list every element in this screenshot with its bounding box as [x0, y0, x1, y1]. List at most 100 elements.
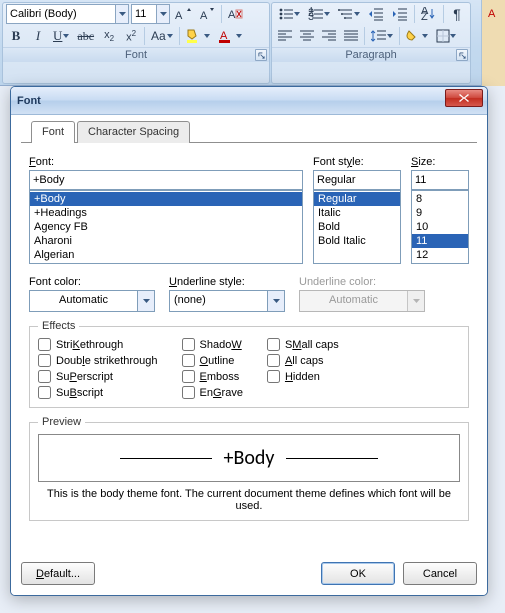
font-style-input[interactable]: [313, 170, 401, 190]
line-spacing-icon[interactable]: [368, 26, 396, 46]
checkbox[interactable]: [267, 338, 280, 351]
multilevel-list-icon[interactable]: [335, 4, 363, 24]
size-input[interactable]: [411, 170, 469, 190]
checkbox[interactable]: [182, 386, 195, 399]
checkbox[interactable]: [182, 370, 195, 383]
effect-small-caps[interactable]: SMall caps: [267, 338, 339, 351]
checkbox[interactable]: [38, 338, 51, 351]
size-listbox[interactable]: 89101112: [411, 190, 469, 264]
bullets-icon[interactable]: [275, 4, 303, 24]
list-item[interactable]: 10: [412, 220, 468, 234]
effect-shadow[interactable]: ShadoW: [182, 338, 243, 351]
list-item[interactable]: +Headings: [30, 206, 302, 220]
borders-icon[interactable]: [433, 26, 459, 46]
increase-indent-icon[interactable]: [389, 4, 411, 24]
preview-group: Preview +Body This is the body theme fon…: [29, 416, 469, 521]
quick-access-icon[interactable]: A: [482, 2, 504, 22]
effect-emboss[interactable]: Emboss: [182, 370, 243, 383]
grow-font-icon[interactable]: A: [172, 4, 194, 24]
superscript-icon[interactable]: x2: [121, 26, 141, 46]
effect-subscript[interactable]: SuBscript: [38, 386, 158, 399]
font-name-combo[interactable]: [6, 4, 129, 24]
subscript-icon[interactable]: x2: [99, 26, 119, 46]
svg-text:A: A: [175, 10, 183, 21]
effect-hidden[interactable]: Hidden: [267, 370, 339, 383]
decrease-indent-icon[interactable]: [365, 4, 387, 24]
effect-superscript[interactable]: SuPerscript: [38, 370, 158, 383]
list-item[interactable]: +Body: [30, 192, 302, 206]
dialog-launcher-icon[interactable]: [456, 49, 468, 61]
highlight-icon[interactable]: [183, 26, 213, 46]
svg-text:3: 3: [308, 11, 314, 21]
font-style-listbox[interactable]: RegularItalicBoldBold Italic: [313, 190, 401, 264]
close-button[interactable]: [445, 89, 483, 107]
effect-double-strikethrough[interactable]: Double strikethrough: [38, 354, 158, 367]
chevron-down-icon[interactable]: [267, 291, 284, 311]
cancel-button[interactable]: Cancel: [403, 562, 477, 585]
separator: [221, 5, 222, 23]
preview-hint: This is the body theme font. The current…: [38, 488, 460, 512]
font-listbox[interactable]: +Body+HeadingsAgency FBAharoniAlgerian: [29, 190, 303, 264]
list-item[interactable]: Agency FB: [30, 220, 302, 234]
font-input[interactable]: [29, 170, 303, 190]
default-button[interactable]: Default...: [21, 562, 95, 585]
align-right-icon[interactable]: [319, 26, 339, 46]
checkbox[interactable]: [38, 370, 51, 383]
separator: [399, 27, 400, 45]
chevron-down-icon[interactable]: [137, 291, 154, 311]
ribbon-group-font: A A A B I U abc x2 x2 Aa: [2, 2, 270, 84]
checkbox[interactable]: [267, 370, 280, 383]
font-size-combo[interactable]: [131, 4, 170, 24]
checkbox[interactable]: [182, 338, 195, 351]
list-item[interactable]: 12: [412, 248, 468, 262]
list-item[interactable]: 8: [412, 192, 468, 206]
effect-outline[interactable]: Outline: [182, 354, 243, 367]
dialog-launcher-icon[interactable]: [255, 49, 267, 61]
tab-font[interactable]: Font: [31, 121, 75, 143]
justify-icon[interactable]: [341, 26, 361, 46]
effects-legend: Effects: [38, 320, 79, 332]
font-name-input[interactable]: [7, 5, 115, 23]
clear-formatting-icon[interactable]: A: [225, 4, 247, 24]
numbering-icon[interactable]: 123: [305, 4, 333, 24]
tab-character-spacing[interactable]: Character Spacing: [77, 121, 190, 143]
shrink-font-icon[interactable]: A: [196, 4, 218, 24]
align-left-icon[interactable]: [275, 26, 295, 46]
titlebar[interactable]: Font: [11, 87, 487, 115]
list-item[interactable]: Bold: [314, 220, 400, 234]
sort-icon[interactable]: AZ: [418, 4, 440, 24]
strikethrough-icon[interactable]: abc: [74, 26, 97, 46]
dialog-title: Font: [17, 95, 41, 107]
font-color-icon[interactable]: A: [215, 26, 245, 46]
checkbox[interactable]: [182, 354, 195, 367]
effect-strikethrough[interactable]: StriKethrough: [38, 338, 158, 351]
font-color-dropdown[interactable]: Automatic: [29, 290, 155, 312]
underline-style-dropdown[interactable]: (none): [169, 290, 285, 312]
list-item[interactable]: Italic: [314, 206, 400, 220]
shading-icon[interactable]: [403, 26, 431, 46]
list-item[interactable]: Regular: [314, 192, 400, 206]
effect-engrave[interactable]: EnGrave: [182, 386, 243, 399]
list-item[interactable]: Bold Italic: [314, 234, 400, 248]
chevron-down-icon[interactable]: [115, 5, 128, 23]
underline-icon[interactable]: U: [50, 26, 72, 46]
list-item[interactable]: Algerian: [30, 248, 302, 262]
font-size-input[interactable]: [132, 5, 156, 23]
svg-text:A: A: [488, 8, 496, 19]
italic-icon[interactable]: I: [28, 26, 48, 46]
list-item[interactable]: 11: [412, 234, 468, 248]
align-center-icon[interactable]: [297, 26, 317, 46]
checkbox[interactable]: [38, 386, 51, 399]
list-item[interactable]: Aharoni: [30, 234, 302, 248]
checkbox[interactable]: [38, 354, 51, 367]
ribbon: A A A B I U abc x2 x2 Aa: [0, 0, 505, 86]
ok-button[interactable]: OK: [321, 562, 395, 585]
chevron-down-icon: [407, 291, 424, 311]
bold-icon[interactable]: B: [6, 26, 26, 46]
checkbox[interactable]: [267, 354, 280, 367]
chevron-down-icon[interactable]: [156, 5, 169, 23]
change-case-icon[interactable]: Aa: [148, 26, 176, 46]
list-item[interactable]: 9: [412, 206, 468, 220]
effect-all-caps[interactable]: All caps: [267, 354, 339, 367]
pilcrow-icon[interactable]: ¶: [447, 4, 467, 24]
